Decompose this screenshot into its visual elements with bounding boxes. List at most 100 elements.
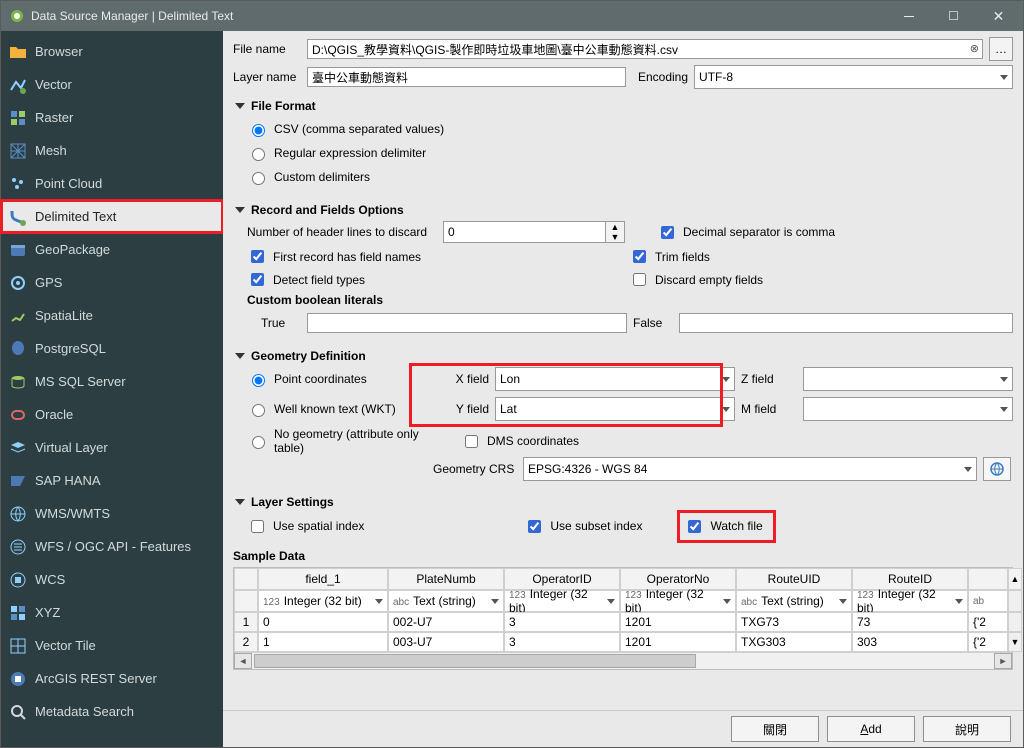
sidebar-item-wms[interactable]: WMS/WMTS: [1, 497, 223, 530]
sidebar-item-mssql[interactable]: MS SQL Server: [1, 365, 223, 398]
type-select-overflow[interactable]: ab: [968, 590, 1008, 612]
sidebar-item-virtual-layer[interactable]: Virtual Layer: [1, 431, 223, 464]
section-layer-settings[interactable]: Layer Settings: [233, 489, 1013, 513]
scroll-thumb[interactable]: [254, 654, 696, 668]
sidebar-item-xyz[interactable]: XYZ: [1, 596, 223, 629]
cell[interactable]: 1201: [620, 632, 736, 652]
chk-subset-index[interactable]: [528, 520, 541, 533]
radio-csv[interactable]: [252, 124, 265, 137]
cell[interactable]: 3: [504, 612, 620, 632]
chk-first-record[interactable]: [251, 250, 264, 263]
chk-watch-label: Watch file: [710, 519, 762, 533]
section-file-format[interactable]: File Format: [233, 93, 1013, 117]
col-header[interactable]: PlateNumb: [388, 568, 504, 590]
sidebar-item-saphana[interactable]: SAP HANA: [1, 464, 223, 497]
layer-name-input[interactable]: [307, 67, 626, 87]
vscroll-track[interactable]: [1008, 590, 1022, 612]
chk-decimal-comma[interactable]: [661, 226, 674, 239]
vscroll-up-icon[interactable]: ▲: [1008, 568, 1022, 590]
type-select[interactable]: 123Integer (32 bit): [258, 590, 388, 612]
file-name-label: File name: [233, 42, 301, 56]
false-input[interactable]: [679, 313, 1013, 333]
type-row-header: [234, 590, 258, 612]
clear-filename-icon[interactable]: ⊗: [970, 42, 979, 55]
cell[interactable]: TXG303: [736, 632, 852, 652]
maximize-button[interactable]: ☐: [931, 1, 976, 31]
sidebar-item-vector[interactable]: Vector: [1, 68, 223, 101]
cell[interactable]: 1: [258, 632, 388, 652]
sidebar-item-wfs[interactable]: WFS / OGC API - Features: [1, 530, 223, 563]
col-header[interactable]: field_1: [258, 568, 388, 590]
cell[interactable]: 73: [852, 612, 968, 632]
browse-file-button[interactable]: …: [989, 37, 1013, 61]
sidebar-item-geopackage[interactable]: GeoPackage: [1, 233, 223, 266]
radio-wkt[interactable]: [252, 404, 265, 417]
col-header[interactable]: RouteUID: [736, 568, 852, 590]
cell[interactable]: {'2: [968, 612, 1008, 632]
true-input[interactable]: [307, 313, 627, 333]
section-geometry[interactable]: Geometry Definition: [233, 343, 1013, 367]
chk-dms[interactable]: [465, 435, 478, 448]
type-select[interactable]: abcText (string): [388, 590, 504, 612]
sidebar-item-mesh[interactable]: Mesh: [1, 134, 223, 167]
radio-regex[interactable]: [252, 148, 265, 161]
type-select[interactable]: 123Integer (32 bit): [852, 590, 968, 612]
scroll-right-icon[interactable]: ►: [994, 653, 1012, 669]
sidebar-item-postgresql[interactable]: PostgreSQL: [1, 332, 223, 365]
sidebar-item-browser[interactable]: Browser: [1, 35, 223, 68]
minimize-button[interactable]: [886, 1, 931, 31]
sidebar-item-wcs[interactable]: WCS: [1, 563, 223, 596]
sidebar-item-raster[interactable]: Raster: [1, 101, 223, 134]
cell[interactable]: 3: [504, 632, 620, 652]
scroll-left-icon[interactable]: ◄: [234, 653, 252, 669]
crs-select[interactable]: EPSG:4326 - WGS 84: [523, 457, 977, 481]
mfield-select[interactable]: [803, 397, 1013, 421]
help-button[interactable]: 說明: [923, 716, 1011, 742]
cell[interactable]: 1201: [620, 612, 736, 632]
radio-custom[interactable]: [252, 172, 265, 185]
header-lines-spinner[interactable]: ▲▼: [443, 221, 625, 243]
sidebar-item-vectortile[interactable]: Vector Tile: [1, 629, 223, 662]
radio-point-coords[interactable]: [252, 374, 265, 387]
radio-no-geom[interactable]: [252, 436, 265, 449]
type-select[interactable]: abcText (string): [736, 590, 852, 612]
cell[interactable]: TXG73: [736, 612, 852, 632]
sidebar-item-gps[interactable]: GPS: [1, 266, 223, 299]
vscroll-down-icon[interactable]: ▼: [1008, 632, 1022, 652]
sidebar-item-arcgis[interactable]: ArcGIS REST Server: [1, 662, 223, 695]
cell[interactable]: 003-U7: [388, 632, 504, 652]
crs-picker-button[interactable]: [983, 457, 1011, 481]
close-dialog-button[interactable]: 關閉: [731, 716, 819, 742]
yfield-select[interactable]: Lat: [495, 397, 735, 421]
vscroll-track[interactable]: [1008, 612, 1022, 632]
add-button[interactable]: Add: [827, 716, 915, 742]
header-lines-input[interactable]: [443, 221, 605, 243]
chk-spatial-index[interactable]: [251, 520, 264, 533]
zfield-select[interactable]: [803, 367, 1013, 391]
chk-detect[interactable]: [251, 273, 264, 286]
chk-discard-empty[interactable]: [633, 273, 646, 286]
encoding-select[interactable]: UTF-8: [694, 65, 1013, 89]
xfield-select[interactable]: Lon: [495, 367, 735, 391]
cell[interactable]: 303: [852, 632, 968, 652]
chevron-down-icon: [491, 599, 499, 604]
sidebar-item-pointcloud[interactable]: Point Cloud: [1, 167, 223, 200]
sidebar-item-oracle[interactable]: Oracle: [1, 398, 223, 431]
chk-trim-label: Trim fields: [655, 250, 710, 264]
hscrollbar[interactable]: ◄ ►: [234, 652, 1012, 669]
chk-trim[interactable]: [633, 250, 646, 263]
file-name-input[interactable]: [307, 39, 983, 59]
cell[interactable]: {'2: [968, 632, 1008, 652]
close-button[interactable]: ✕: [976, 1, 1021, 31]
cell[interactable]: 002-U7: [388, 612, 504, 632]
sidebar-item-delimited-text[interactable]: Delimited Text: [1, 200, 223, 233]
section-records[interactable]: Record and Fields Options: [233, 197, 1013, 221]
sidebar-item-metadata[interactable]: Metadata Search: [1, 695, 223, 728]
spin-up-icon[interactable]: ▲: [606, 222, 624, 232]
chk-watch-file[interactable]: [688, 520, 701, 533]
spin-down-icon[interactable]: ▼: [606, 232, 624, 242]
type-select[interactable]: 123Integer (32 bit): [620, 590, 736, 612]
sidebar-item-spatialite[interactable]: SpatiaLite: [1, 299, 223, 332]
cell[interactable]: 0: [258, 612, 388, 632]
type-select[interactable]: 123Integer (32 bit): [504, 590, 620, 612]
